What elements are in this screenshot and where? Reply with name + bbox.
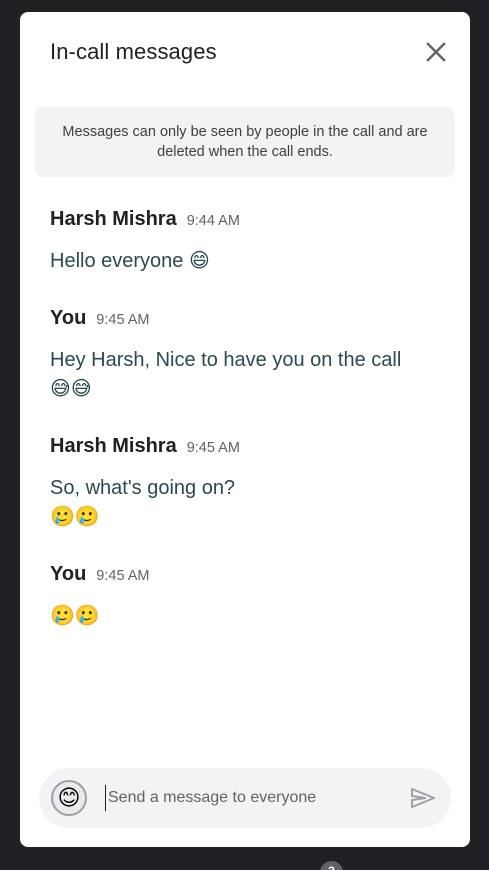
- message-input[interactable]: [105, 785, 385, 811]
- message-header: You 9:45 AM: [50, 563, 450, 591]
- message-header: Harsh Mishra 9:45 AM: [50, 435, 450, 463]
- message-sender: Harsh Mishra: [50, 435, 177, 457]
- message-text: 🥲🥲: [50, 605, 100, 627]
- message-composer: 😊: [39, 768, 451, 828]
- message-item: You 9:45 AM 🥲🥲: [50, 563, 450, 631]
- emoji-button[interactable]: 😊: [51, 780, 87, 816]
- message-sender: You: [50, 563, 87, 585]
- message-header: Harsh Mishra 9:44 AM: [50, 208, 450, 236]
- message-sender: Harsh Mishra: [50, 208, 177, 230]
- message-time: 9:45 AM: [186, 440, 240, 456]
- privacy-notice: Messages can only be seen by people in t…: [35, 107, 455, 177]
- message-item: Harsh Mishra 9:45 AM So, what's going on…: [50, 435, 450, 532]
- message-header: You 9:45 AM: [50, 307, 450, 335]
- panel-header: In-call messages: [20, 12, 470, 92]
- message-time: 9:45 AM: [96, 568, 150, 584]
- message-text: Hello everyone 😄: [50, 250, 210, 272]
- close-button[interactable]: [418, 34, 454, 70]
- message-text: Hey Harsh, Nice to have you on the call …: [50, 349, 402, 400]
- close-icon: [426, 42, 446, 62]
- message-text: So, what's going on? 🥲🥲: [50, 477, 236, 528]
- message-time: 9:44 AM: [186, 213, 240, 229]
- privacy-notice-text: Messages can only be seen by people in t…: [62, 124, 428, 160]
- in-call-messages-panel: In-call messages Messages can only be se…: [20, 12, 470, 847]
- message-time: 9:45 AM: [96, 312, 150, 328]
- send-button[interactable]: [409, 784, 437, 812]
- panel-title: In-call messages: [50, 39, 217, 64]
- message-sender: You: [50, 307, 87, 329]
- participant-count-badge: 2: [320, 861, 343, 870]
- message-item: Harsh Mishra 9:44 AM Hello everyone 😄: [50, 208, 450, 276]
- message-item: You 9:45 AM Hey Harsh, Nice to have you …: [50, 307, 450, 404]
- send-icon: [411, 788, 435, 808]
